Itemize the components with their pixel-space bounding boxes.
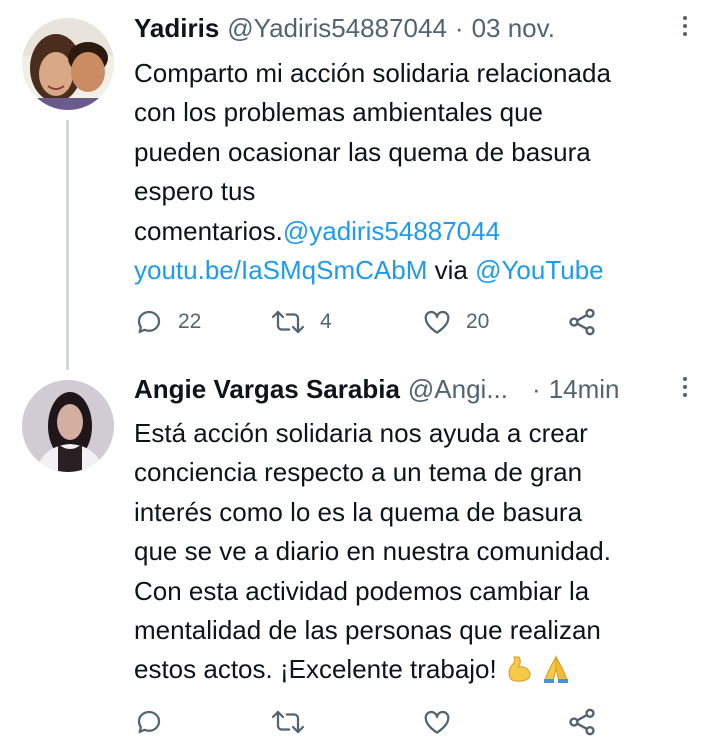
user-handle[interactable]: @Angi... [408,373,508,405]
dot-separator: · [532,374,541,404]
retweet-icon [270,707,306,737]
reply-button[interactable]: 22 [134,305,201,339]
tweet-header: Yadiris @Yadiris54887044 · 03 nov. [134,12,555,44]
flexed-biceps-emoji [504,654,534,695]
tweet-text-line: Comparto mi acción solidaria relacionada [134,58,611,88]
share-button[interactable] [566,705,598,739]
tweet-text-line: Está acción solidaria nos ayuda a crear [134,418,588,448]
tweet-header: Angie Vargas Sarabia @Angi... · 14min [134,373,620,405]
folded-hands-emoji [541,654,571,695]
share-button[interactable] [566,305,598,339]
mention-link[interactable]: @YouTube [475,255,604,285]
more-vertical-icon[interactable] [680,377,690,403]
tweet-text-line: con los problemas ambientales que [134,97,544,128]
retweet-count: 4 [320,310,332,333]
url-link[interactable]: youtu.be/IaSMqSmCAbM [134,255,427,285]
tweet-text: Comparto mi acción solidaria relacionada… [134,54,694,290]
more-vertical-icon[interactable] [680,16,690,42]
tweet-text-line: interés como lo es la quema de basura [134,496,583,527]
thread-connector-line [66,120,69,370]
heart-icon [422,707,452,737]
retweet-button[interactable] [270,705,306,739]
tweet-text-line: espero tus [134,176,256,207]
reply-count: 22 [178,310,202,333]
display-name[interactable]: Angie Vargas Sarabia [134,373,400,405]
tweet-text-line: conciencia respecto a un tema de gran [134,457,583,488]
tweet-text-line: que se ve a diario en nuestra comunidad. [134,536,611,567]
retweet-icon [270,307,306,337]
heart-icon [422,307,452,337]
retweet-button[interactable]: 4 [270,305,332,339]
reply-button[interactable] [134,705,164,739]
avatar[interactable] [22,380,114,472]
timestamp[interactable]: 14min [549,373,620,405]
via-text: via [434,255,468,286]
like-button[interactable] [422,705,452,739]
mention-link[interactable]: @yadiris54887044 [283,216,500,246]
reply-icon [134,707,164,737]
tweet-text-line: estos actos. ¡Excelente trabajo! [134,650,694,695]
avatar[interactable] [22,18,114,110]
tweet-text: Está acción solidaria nos ayuda a crear … [134,414,694,696]
dot-separator: · [454,13,464,43]
like-count: 20 [466,310,490,333]
timestamp[interactable]: 03 nov. [472,12,555,44]
tweet-text-fragment: comentarios. [134,215,283,246]
display-name[interactable]: Yadiris [134,12,219,44]
tweet-text-line: mentalidad de las personas que realizan [134,615,601,646]
tweet-text-fragment: estos actos. ¡Excelente trabajo! [134,654,497,685]
tweet-text-line: pueden ocasionar las quema de basura [134,136,591,167]
tweet-text-line: Con esta actividad podemos cambiar la [134,575,590,606]
tweet-text-line: comentarios.@yadiris54887044 [134,212,694,251]
tweet-text-line: youtu.be/IaSMqSmCAbM via @YouTube [134,251,694,290]
reply-icon [134,307,164,337]
like-button[interactable]: 20 [422,305,489,339]
share-icon [566,706,598,738]
user-handle[interactable]: @Yadiris54887044 [227,12,447,44]
share-icon [566,306,598,338]
